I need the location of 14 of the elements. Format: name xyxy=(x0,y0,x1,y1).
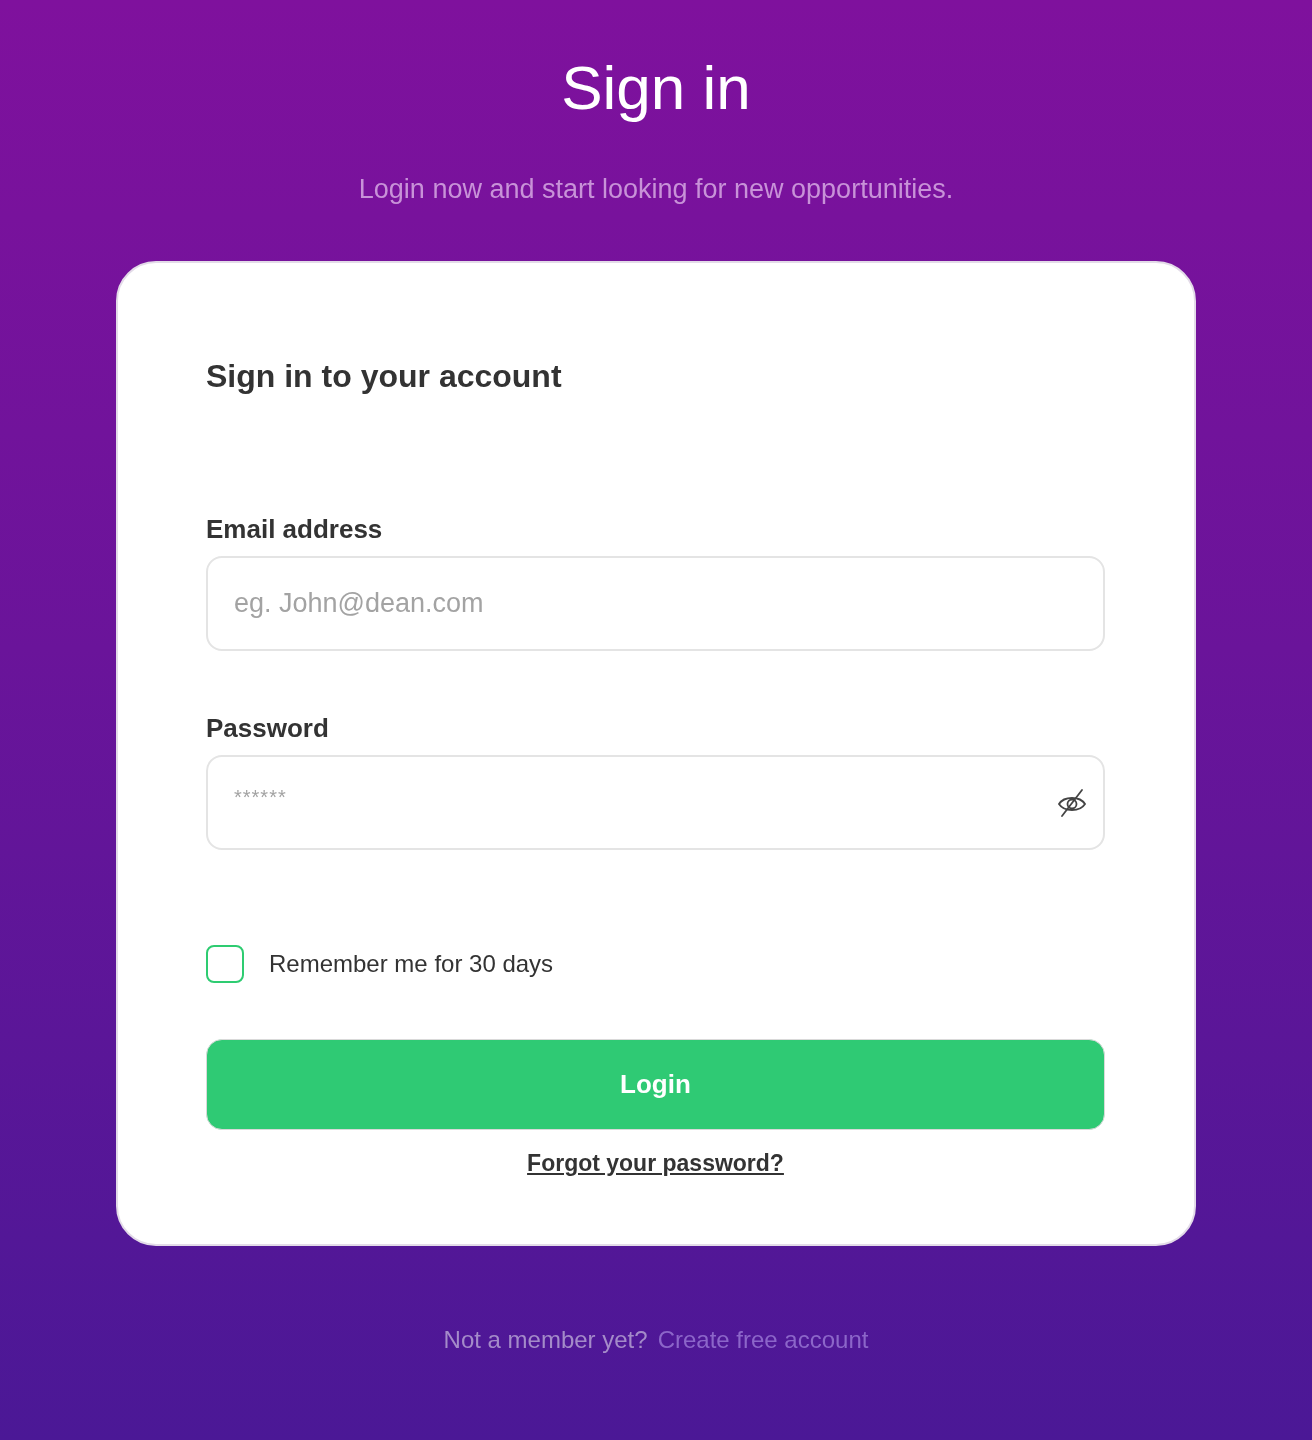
page-subtitle: Login now and start looking for new opportunities. xyxy=(358,173,954,206)
field-label: Email address xyxy=(206,513,383,546)
login-button[interactable]: Login xyxy=(206,1039,1105,1130)
forgot-password-link[interactable]: Forgot your password? xyxy=(527,1148,784,1178)
page-title: Sign in xyxy=(561,52,751,124)
checkbox[interactable] xyxy=(206,945,244,983)
card-heading: Sign in to your account xyxy=(206,357,562,396)
remember-label: Remember me for 30 days xyxy=(269,949,554,979)
eye-slash-icon[interactable] xyxy=(1057,788,1087,818)
create-account-link[interactable]: Create free account xyxy=(657,1322,869,1358)
password-field[interactable]: ****** xyxy=(206,755,1105,850)
field-label: Password xyxy=(206,712,329,745)
email-field[interactable]: eg. John@dean.com xyxy=(206,556,1105,651)
footer-text: Not a member yet? xyxy=(443,1325,648,1355)
